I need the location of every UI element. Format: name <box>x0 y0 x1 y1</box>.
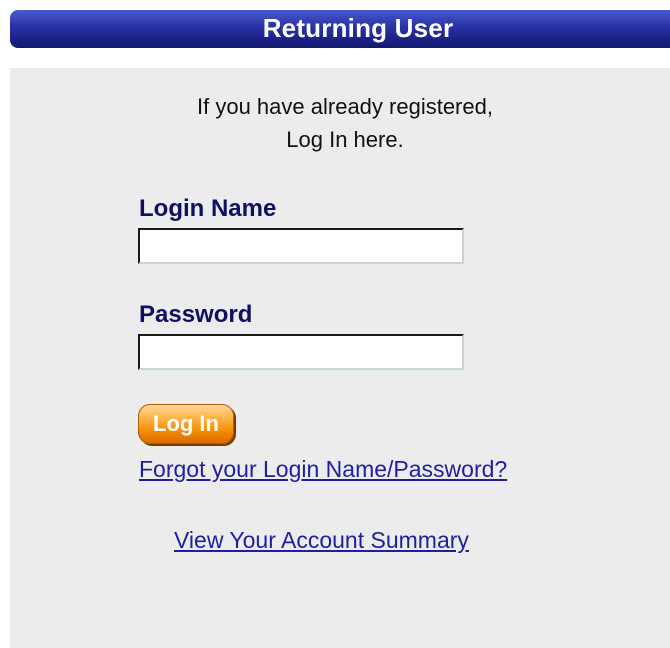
login-name-input[interactable] <box>138 228 464 264</box>
password-input[interactable] <box>138 334 464 370</box>
intro-line-1: If you have already registered, <box>197 94 493 119</box>
forgot-credentials-link[interactable]: Forgot your Login Name/Password? <box>139 456 507 483</box>
login-page: Returning User If you have already regis… <box>0 0 670 648</box>
intro-line-2: Log In here. <box>286 127 404 152</box>
intro-text: If you have already registered, Log In h… <box>0 90 670 156</box>
login-name-label: Login Name <box>139 195 277 222</box>
section-title: Returning User <box>262 12 454 43</box>
log-in-button[interactable]: Log In <box>138 404 234 444</box>
section-header: Returning User <box>10 10 670 48</box>
account-summary-link[interactable]: View Your Account Summary <box>174 527 469 554</box>
password-label: Password <box>139 301 253 328</box>
